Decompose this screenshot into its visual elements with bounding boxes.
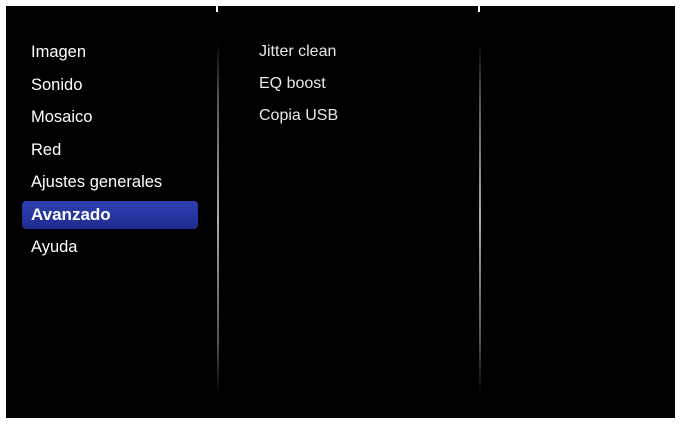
menu-item-imagen[interactable]: Imagen bbox=[22, 38, 198, 66]
osd-screen: Imagen Sonido Mosaico Red Ajustes genera… bbox=[6, 6, 675, 418]
sub-menu: Jitter clean EQ boost Copia USB bbox=[259, 38, 338, 134]
menu-item-ayuda[interactable]: Ayuda bbox=[22, 233, 198, 261]
column-divider bbox=[479, 42, 481, 394]
submenu-item-copia-usb[interactable]: Copia USB bbox=[259, 102, 338, 130]
menu-item-sonido[interactable]: Sonido bbox=[22, 71, 198, 99]
main-menu: Imagen Sonido Mosaico Red Ajustes genera… bbox=[22, 38, 198, 266]
top-tick-mark bbox=[478, 6, 480, 12]
top-tick-mark bbox=[216, 6, 218, 12]
submenu-item-eq-boost[interactable]: EQ boost bbox=[259, 70, 338, 98]
submenu-item-jitter-clean[interactable]: Jitter clean bbox=[259, 38, 338, 66]
menu-item-red[interactable]: Red bbox=[22, 136, 198, 164]
menu-item-avanzado[interactable]: Avanzado bbox=[22, 200, 198, 229]
menu-item-mosaico[interactable]: Mosaico bbox=[22, 103, 198, 131]
menu-item-ajustes-generales[interactable]: Ajustes generales bbox=[22, 168, 198, 196]
column-divider bbox=[217, 42, 219, 394]
